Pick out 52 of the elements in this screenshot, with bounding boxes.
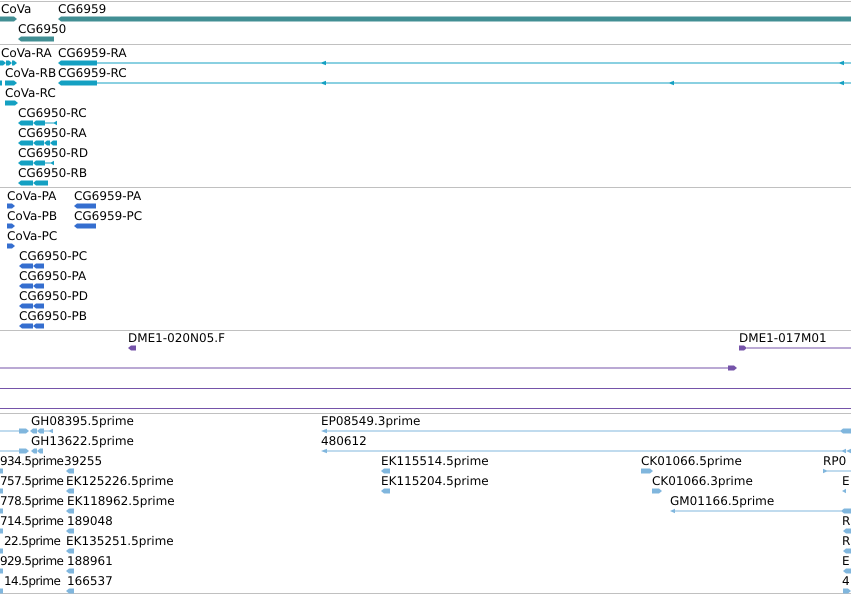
feature-label: CK01066.5prime <box>641 454 742 468</box>
feature-label: CG6950-PC <box>19 249 88 263</box>
feature-label: 22.5prime <box>4 534 60 548</box>
feature-label: R <box>842 514 850 528</box>
feature-label: CG6950-RB <box>18 166 88 180</box>
feature-label: CG6959-RC <box>58 66 127 80</box>
feature-label: 188961 <box>67 554 113 568</box>
feature-label: CG6950 <box>18 22 66 36</box>
feature-label: EK135251.5prime <box>66 534 174 548</box>
feature-label: DME1-020N05.F <box>128 331 226 345</box>
feature-label: R <box>842 534 850 548</box>
feature-label: CoVa-RB <box>5 66 56 80</box>
feature-label: 934.5prime <box>0 454 64 468</box>
feature-label: CoVa-RC <box>5 86 56 100</box>
feature-label: DME1-017M01 <box>739 331 827 345</box>
feature-label: 189048 <box>67 514 113 528</box>
feature-label: CG6950-PD <box>19 289 88 303</box>
feature-label: CoVa-PA <box>7 189 56 203</box>
feature-label: EK125226.5prime <box>66 474 174 488</box>
feature-label: EK115204.5prime <box>381 474 489 488</box>
feature-label: CK01066.3prime <box>652 474 753 488</box>
feature-label: GH08395.5prime <box>31 414 134 428</box>
feature-label: 757.5prime <box>0 474 64 488</box>
feature-label: RP0 <box>823 454 846 468</box>
feature-label: 166537 <box>67 574 113 588</box>
feature-label: CG6950-PA <box>19 269 86 283</box>
feature-label: CoVa-PB <box>7 209 58 223</box>
feature-label: CoVa <box>1 2 32 16</box>
feature-label: CG6950-RC <box>18 106 87 120</box>
feature-label: GM01166.5prime <box>670 494 774 508</box>
feature-label: EP08549.3prime <box>321 414 420 428</box>
feature-label: E <box>842 474 850 488</box>
feature-label: CG6950-PB <box>19 309 88 323</box>
feature-label: CG6950-RA <box>18 126 87 140</box>
feature-label: 14.5prime <box>4 574 60 588</box>
feature-label: EK118962.5prime <box>67 494 175 508</box>
feature-label: 714.5prime <box>0 514 64 528</box>
feature-label: GH13622.5prime <box>31 434 134 448</box>
feature-label: 480612 <box>321 434 367 448</box>
feature-label: CoVa-PC <box>7 229 58 243</box>
feature-label: CG6959-RA <box>58 46 127 60</box>
feature-label: 929.5prime <box>0 554 64 568</box>
feature-label: 778.5prime <box>0 494 64 508</box>
feature-label: EK115514.5prime <box>381 454 489 468</box>
feature-label: CG6959 <box>58 2 106 16</box>
feature-label: CoVa-RA <box>1 46 52 60</box>
feature-label: CG6959-PA <box>74 189 142 203</box>
feature-label: CG6950-RD <box>18 146 88 160</box>
feature-label: E <box>842 554 850 568</box>
feature-label: CG6959-PC <box>74 209 142 223</box>
feature-label: 39255 <box>64 454 102 468</box>
feature-label: 4 <box>842 574 850 588</box>
